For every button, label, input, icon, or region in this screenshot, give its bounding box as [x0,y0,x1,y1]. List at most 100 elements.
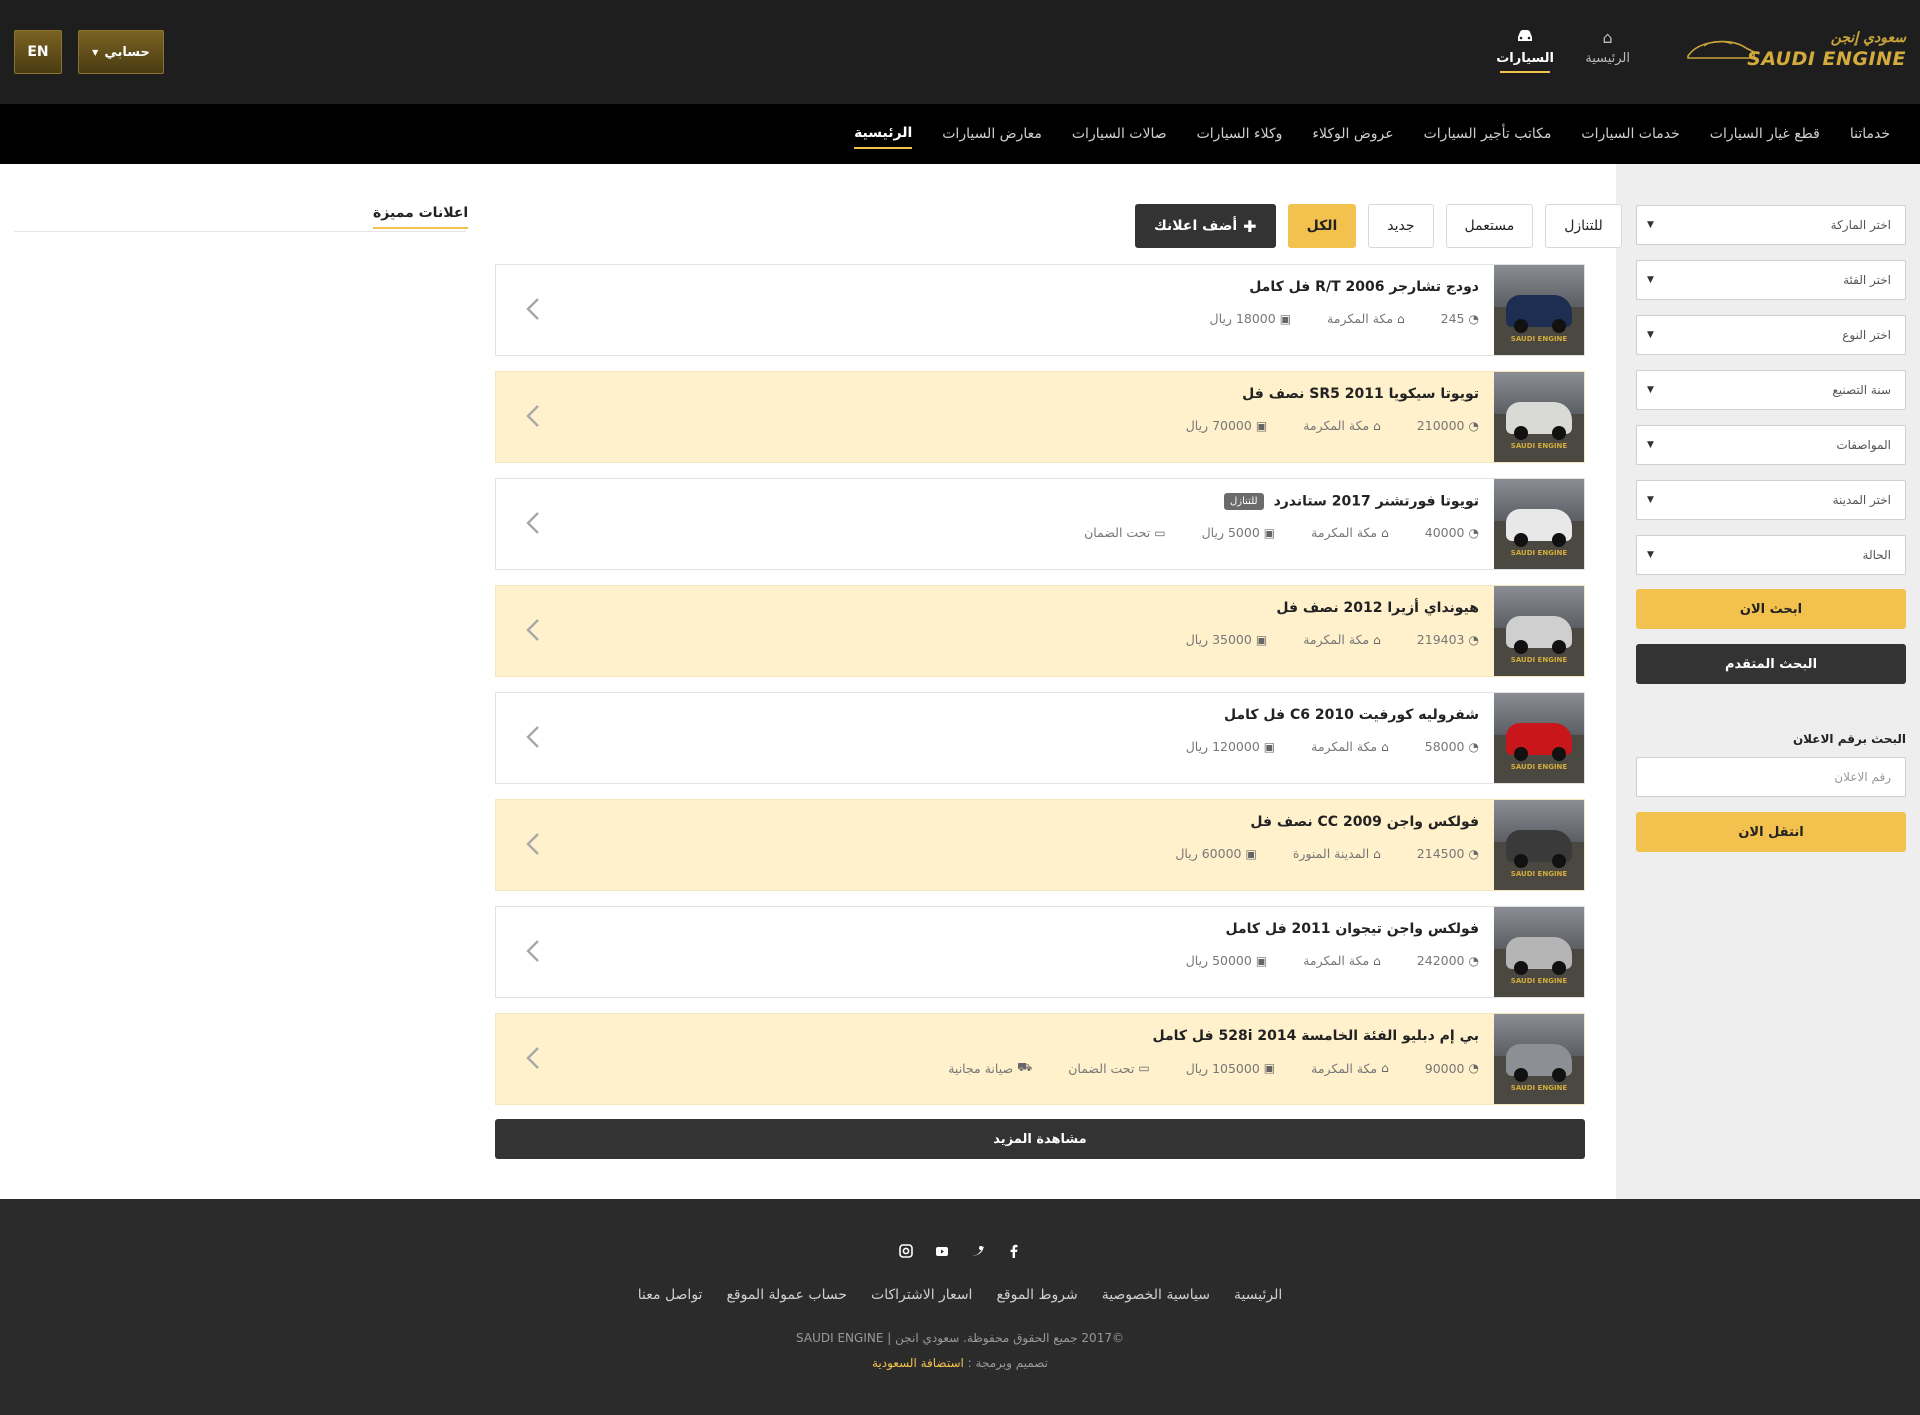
listing-title[interactable]: فولكس واجن تيجوان 2011 فل كامل [1226,921,1479,937]
instagram-icon[interactable] [898,1243,914,1259]
footer-link-pricing[interactable]: اسعار الاشتراكات [871,1287,972,1303]
listing-title-text: دودج تشارجر R/T 2006 فل كامل [1249,279,1479,295]
listing-title[interactable]: فولكس واجن CC 2009 نصف فل [1250,814,1479,830]
go-now-button[interactable]: انتقل الان [1636,812,1906,852]
mileage-value: 90000 [1424,1060,1465,1076]
chevron-left-icon[interactable] [522,402,546,430]
featured-divider [14,231,466,232]
listing-row[interactable]: SAUDI ENGINE هيونداي أزيرا 2012 نصف فل ◔… [495,585,1585,677]
chevron-left-icon[interactable] [522,295,546,323]
mainnav-item-home[interactable]: الرئيسية [854,119,913,149]
mainnav-item-showrooms[interactable]: معارض السيارات [942,120,1042,148]
chevron-left-icon[interactable] [522,616,546,644]
specs-select[interactable]: المواصفات ▼ [1636,425,1906,465]
add-ad-button[interactable]: ✚ أضف اعلانك [1135,204,1276,248]
topnav-cars[interactable]: السيارات [1496,28,1554,73]
mainnav-item-halls[interactable]: صالات السيارات [1072,120,1167,148]
language-button[interactable]: EN [14,30,62,74]
type-select[interactable]: اختر النوع ▼ [1636,315,1906,355]
chevron-left-icon[interactable] [522,937,546,965]
listing-thumbnail[interactable]: SAUDI ENGINE [1494,479,1584,569]
filter-all[interactable]: الكل [1287,204,1357,248]
money-icon: ▣ [1279,311,1292,326]
adno-input[interactable]: رقم الاعلان [1636,757,1906,797]
mainnav-item-services[interactable]: خدمات السيارات [1581,120,1679,148]
listing-title[interactable]: بي إم دبليو الفئة الخامسة 528i 2014 فل ك… [1152,1028,1479,1044]
listing-row[interactable]: SAUDI ENGINE تويوتا سيكويا SR5 2011 نصف … [495,371,1585,463]
thumbnail-watermark: SAUDI ENGINE [1510,977,1568,985]
listing-warranty: ▭ تحت الضمان [1050,1060,1149,1076]
facebook-icon[interactable] [1006,1243,1022,1259]
listing-thumbnail[interactable]: SAUDI ENGINE [1494,265,1584,355]
thumbnail-watermark: SAUDI ENGINE [1510,656,1568,664]
listing-city: ⌂ مكة المكرمة [1293,525,1389,540]
mainnav-item-parts[interactable]: قطع غيار السيارات [1710,120,1820,148]
footer-link-privacy[interactable]: سياسية الخصوصية [1102,1287,1210,1303]
featured-ads-title: اعلانات مميزة [373,205,469,229]
view-more-button[interactable]: مشاهدة المزيد [495,1119,1585,1159]
topnav-home[interactable]: ⌂ الرئيسية [1585,28,1630,66]
listing-row[interactable]: SAUDI ENGINE شفروليه كورفيت C6 2010 فل ك… [495,692,1585,784]
chevron-left-icon[interactable] [522,830,546,858]
listing-price: ▣ 120000 ريال [1168,739,1275,754]
brand-select[interactable]: اختر الماركة ▼ [1636,205,1906,245]
listing-title[interactable]: دودج تشارجر R/T 2006 فل كامل [1249,279,1479,295]
listing-row[interactable]: SAUDI ENGINE بي إم دبليو الفئة الخامسة 5… [495,1013,1585,1105]
listing-thumbnail[interactable]: SAUDI ENGINE [1494,1014,1584,1104]
listing-maintenance: ⛟ صيانة مجانية [930,1060,1032,1076]
thumbnail-watermark: SAUDI ENGINE [1510,1084,1568,1092]
listing-thumbnail[interactable]: SAUDI ENGINE [1494,907,1584,997]
year-select[interactable]: سنة التصنيع ▼ [1636,370,1906,410]
footer-link-contact[interactable]: تواصل معنا [638,1287,703,1303]
mainnav-item-our-services[interactable]: خدماتنا [1850,120,1890,148]
chevron-left-icon[interactable] [522,1044,546,1072]
youtube-icon[interactable] [934,1243,950,1259]
price-value: 120000 ريال [1185,739,1260,754]
listing-thumbnail[interactable]: SAUDI ENGINE [1494,372,1584,462]
listing-row[interactable]: SAUDI ENGINE فولكس واجن تيجوان 2011 فل ك… [495,906,1585,998]
speedometer-icon: ◔ [1468,418,1479,433]
listing-row[interactable]: SAUDI ENGINE دودج تشارجر R/T 2006 فل كام… [495,264,1585,356]
filter-used[interactable]: مستعمل [1445,204,1534,248]
listing-row[interactable]: SAUDI ENGINE فولكس واجن CC 2009 نصف فل ◔… [495,799,1585,891]
mainnav-item-rentals[interactable]: مكاتب تأجير السيارات [1424,120,1552,148]
listing-mileage: ◔ 210000 [1399,418,1479,433]
class-select[interactable]: اختر الفئة ▼ [1636,260,1906,300]
money-icon: ▣ [1263,525,1276,540]
advanced-search-button[interactable]: البحث المتقدم [1636,644,1906,684]
battery-icon: ▭ [1154,525,1166,540]
mainnav-item-dealers[interactable]: وكلاء السيارات [1197,120,1283,148]
chevron-left-icon[interactable] [522,723,546,751]
credit-link[interactable]: استضافة السعودية [872,1356,964,1370]
listing-title[interactable]: هيونداي أزيرا 2012 نصف فل [1276,600,1479,616]
listing-mileage: ◔ 219403 [1399,632,1479,647]
listing-meta: ◔ 214500 ⌂ المدينة المنورة ▣ 60000 ريال [1139,846,1479,861]
city-select[interactable]: اختر المدينة ▼ [1636,480,1906,520]
chevron-left-icon[interactable] [522,509,546,537]
listing-title[interactable]: تويوتا سيكويا SR5 2011 نصف فل [1242,386,1479,402]
mileage-value: 245 [1440,311,1465,326]
twitter-icon[interactable] [970,1243,986,1259]
condition-select[interactable]: الحالة ▼ [1636,535,1906,575]
footer-link-commission[interactable]: حساب عمولة الموقع [726,1287,847,1303]
listing-title[interactable]: تويوتا فورتشنر 2017 ستاندرد للتنازل [1224,493,1479,510]
site-logo[interactable]: سعودي إنجن SAUDI ENGINE [1686,26,1906,76]
money-icon: ▣ [1263,739,1276,754]
price-value: 70000 ريال [1185,418,1252,433]
city-value: مكة المكرمة [1311,739,1378,754]
filter-new[interactable]: جديد [1368,204,1434,248]
listing-thumbnail[interactable]: SAUDI ENGINE [1494,586,1584,676]
filter-transfer[interactable]: للتنازل [1545,204,1622,248]
footer-link-terms[interactable]: شروط الموقع [996,1287,1077,1303]
listing-thumbnail[interactable]: SAUDI ENGINE [1494,693,1584,783]
listing-title[interactable]: شفروليه كورفيت C6 2010 فل كامل [1224,707,1479,723]
listing-thumbnail[interactable]: SAUDI ENGINE [1494,800,1584,890]
adno-label: البحث برقم الاعلان [1792,732,1906,746]
price-value: 105000 ريال [1185,1060,1260,1076]
account-dropdown-button[interactable]: حسابي ▼ [78,30,164,74]
speedometer-icon: ◔ [1468,632,1479,647]
footer-link-home[interactable]: الرئيسية [1234,1287,1282,1303]
mainnav-item-dealer-offers[interactable]: عروض الوكلاء [1312,120,1393,148]
search-now-button[interactable]: ابحث الان [1636,589,1906,629]
listing-row[interactable]: SAUDI ENGINE تويوتا فورتشنر 2017 ستاندرد… [495,478,1585,570]
